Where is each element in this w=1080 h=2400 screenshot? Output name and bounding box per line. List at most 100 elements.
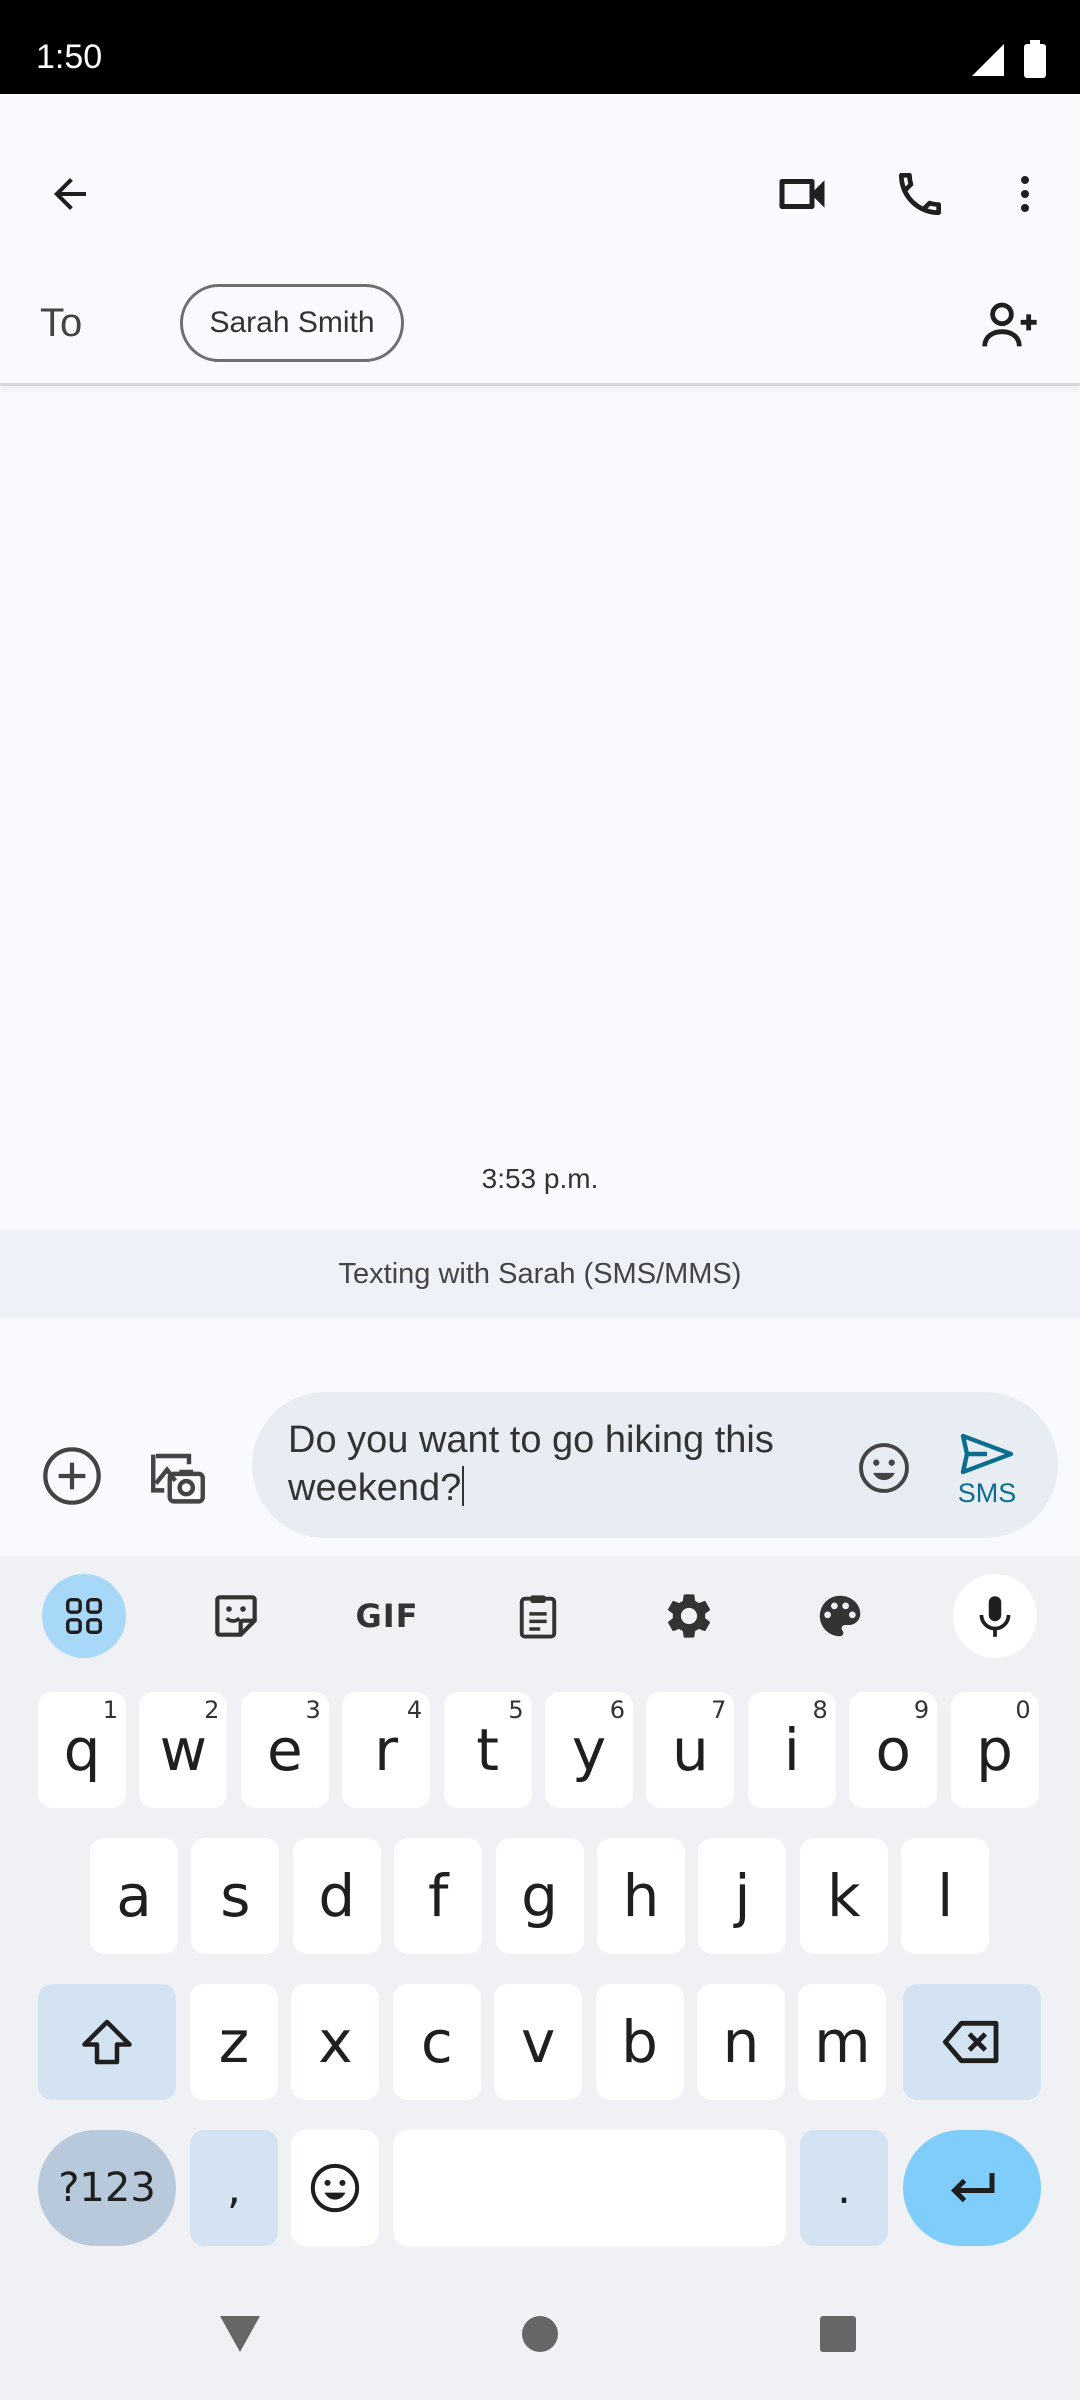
key-i[interactable]: i8: [747, 1692, 836, 1808]
space-key[interactable]: [393, 2130, 786, 2246]
sticker-icon: [215, 1595, 257, 1637]
recents-nav-icon[interactable]: [818, 2314, 858, 2354]
keyboard-settings-button[interactable]: [647, 1574, 731, 1658]
phone-call-button[interactable]: [880, 154, 960, 234]
key-g[interactable]: g: [495, 1838, 584, 1954]
keyboard-theme-button[interactable]: [798, 1574, 882, 1658]
message-timestamp: 3:53 p.m.: [481, 1163, 599, 1194]
phone-icon: [899, 173, 941, 215]
key-p[interactable]: p0: [950, 1692, 1039, 1808]
key-m[interactable]: m: [798, 1984, 887, 2100]
more-options-button[interactable]: [985, 154, 1065, 234]
key-d[interactable]: d: [292, 1838, 381, 1954]
key-r[interactable]: r4: [342, 1692, 431, 1808]
recipient-chip[interactable]: Sarah Smith: [180, 284, 404, 362]
status-bar: 1:50: [0, 0, 1080, 94]
key-label: j: [734, 1862, 751, 1930]
message-compose-box[interactable]: Do you want to go hiking this weekend? S…: [252, 1392, 1058, 1538]
key-label: c: [420, 2008, 453, 2076]
key-label: s: [220, 1862, 251, 1930]
key-hint: 0: [1015, 1696, 1031, 1724]
key-hint: 8: [812, 1696, 828, 1724]
key-w[interactable]: w2: [139, 1692, 228, 1808]
back-button[interactable]: [30, 154, 110, 234]
shift-key[interactable]: [38, 1984, 176, 2100]
status-icons: [970, 40, 1046, 78]
person-add-icon: [982, 302, 1037, 347]
comma-key[interactable]: ,: [190, 2130, 278, 2246]
key-k[interactable]: k: [799, 1838, 888, 1954]
key-u[interactable]: u7: [646, 1692, 735, 1808]
key-hint: 2: [204, 1696, 220, 1724]
key-label: l: [937, 1862, 954, 1930]
clipboard-icon: [519, 1595, 557, 1639]
status-time: 1:50: [36, 38, 103, 76]
attach-button[interactable]: [36, 1440, 108, 1512]
send-sms-label: SMS: [957, 1478, 1017, 1508]
key-j[interactable]: j: [698, 1838, 787, 1954]
texting-banner: Texting with Sarah (SMS/MMS): [0, 1230, 1080, 1318]
back-nav-icon[interactable]: [216, 2312, 264, 2356]
key-label: g: [521, 1862, 558, 1930]
period-key[interactable]: .: [800, 2130, 888, 2246]
recipient-chip-label: Sarah Smith: [209, 306, 375, 339]
backspace-key[interactable]: [903, 1984, 1041, 2100]
signal-icon: [972, 44, 1004, 76]
keyboard-sticker-button[interactable]: [194, 1574, 278, 1658]
key-t[interactable]: t5: [443, 1692, 532, 1808]
keyboard-voice-button[interactable]: [953, 1574, 1037, 1658]
home-nav-icon[interactable]: [520, 2314, 560, 2354]
key-a[interactable]: a: [90, 1838, 178, 1954]
key-label: d: [318, 1862, 356, 1930]
keyboard-apps-button[interactable]: [42, 1574, 126, 1658]
symbols-key-label: ?123: [58, 2165, 156, 2211]
key-c[interactable]: c: [392, 1984, 481, 2100]
key-e[interactable]: e3: [240, 1692, 329, 1808]
message-input[interactable]: Do you want to go hiking this weekend?: [288, 1416, 848, 1512]
key-hint: 5: [508, 1696, 524, 1724]
key-label: p: [976, 1716, 1013, 1784]
conversation-header: To Sarah Smith: [0, 114, 1080, 386]
video-call-button[interactable]: [762, 154, 842, 234]
to-label: To: [40, 301, 83, 345]
key-y[interactable]: y6: [545, 1692, 633, 1808]
emoji-icon: [310, 2163, 360, 2213]
navigation-bar: [0, 2268, 1080, 2400]
gif-icon: GIF: [355, 1597, 419, 1635]
add-recipient-button[interactable]: [970, 285, 1050, 365]
send-sms-button[interactable]: SMS: [942, 1432, 1032, 1522]
gallery-button[interactable]: [140, 1440, 216, 1516]
key-s[interactable]: s: [191, 1838, 280, 1954]
key-label: x: [318, 2008, 353, 2076]
keyboard-gif-button[interactable]: GIF: [345, 1574, 429, 1658]
enter-key[interactable]: [903, 2130, 1041, 2246]
key-b[interactable]: b: [595, 1984, 684, 2100]
key-label: o: [875, 1716, 911, 1784]
key-f[interactable]: f: [394, 1838, 483, 1954]
key-h[interactable]: h: [597, 1838, 685, 1954]
palette-icon: [819, 1595, 861, 1637]
send-icon: [960, 1433, 1014, 1475]
key-hint: 9: [913, 1696, 930, 1724]
emoji-key[interactable]: [291, 2130, 379, 2246]
apps-grid-icon: [65, 1597, 103, 1635]
mic-icon: [979, 1596, 1011, 1637]
key-label: q: [63, 1716, 101, 1784]
key-l[interactable]: l: [901, 1838, 990, 1954]
more-vert-icon: [1021, 176, 1029, 212]
key-o[interactable]: o9: [849, 1692, 938, 1808]
key-q[interactable]: q1: [38, 1692, 126, 1808]
key-v[interactable]: v: [494, 1984, 583, 2100]
key-hint: 4: [406, 1696, 423, 1724]
key-x[interactable]: x: [291, 1984, 380, 2100]
symbols-key[interactable]: ?123: [38, 2130, 176, 2246]
comma-key-label: ,: [227, 2162, 241, 2214]
key-label: a: [116, 1862, 152, 1930]
texting-banner-label: Texting with Sarah (SMS/MMS): [338, 1257, 742, 1290]
key-label: v: [521, 2008, 556, 2076]
add-circle-icon: [43, 1447, 101, 1505]
key-z[interactable]: z: [190, 1984, 278, 2100]
key-n[interactable]: n: [697, 1984, 785, 2100]
emoji-button[interactable]: [848, 1432, 920, 1504]
keyboard-clipboard-button[interactable]: [496, 1574, 580, 1658]
